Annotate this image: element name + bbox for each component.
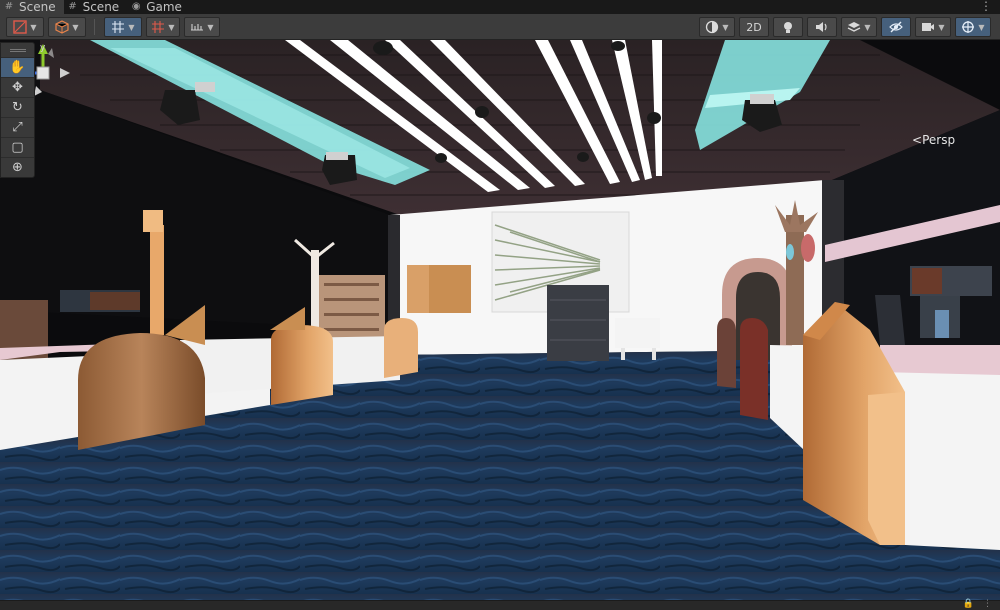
chevron-down-icon: ▼ (128, 22, 135, 32)
metal-locker (547, 285, 609, 361)
grid-snapping-button[interactable]: ▼ (146, 17, 180, 37)
headboard-left-mid (271, 325, 333, 405)
snap-toggle-button[interactable]: ▼ (104, 17, 142, 37)
mode-2d-button[interactable]: 2D (739, 17, 769, 37)
snap-grid-icon (112, 21, 125, 33)
rotate-icon: ↻ (12, 100, 23, 115)
grid-icon: # (4, 1, 14, 12)
chevron-down-icon: ▼ (978, 22, 985, 32)
headboard-right-back (717, 318, 736, 388)
light-bulb-icon (784, 22, 792, 33)
giraffe-statue (150, 225, 164, 335)
scale-icon: ⤢ (12, 120, 23, 135)
gizmo-y-label: y (40, 43, 46, 53)
move-arrows-icon: ✥ (12, 80, 23, 95)
grid-icon: # (68, 1, 77, 12)
tab-label: Game (146, 0, 182, 14)
shaded-wire-icon (13, 20, 28, 34)
increment-snap-button[interactable]: ▼ (184, 17, 220, 37)
palette-drag-handle[interactable] (1, 43, 34, 57)
gizmo-center-cube (36, 66, 50, 80)
camera-settings-button[interactable]: ▼ (915, 17, 951, 37)
tab-menu-icon[interactable]: ⋮ (980, 0, 992, 13)
tab-label: Scene (82, 0, 120, 14)
gizmo-icon (962, 21, 975, 33)
tab-scene-1[interactable]: # Scene (0, 0, 64, 14)
rect-transform-icon: ▢ (11, 140, 24, 155)
mode-2d-label: 2D (746, 20, 762, 34)
hand-icon: ✋ (9, 60, 26, 75)
toolbar-divider (94, 19, 95, 35)
x-neg-cone (60, 68, 70, 78)
ruler-icon (191, 24, 204, 31)
chevron-down-icon: ▼ (30, 22, 37, 32)
projection-arrow: < (912, 133, 923, 147)
sphere-icon (706, 20, 719, 34)
draw-mode-button[interactable]: ▼ (6, 17, 44, 37)
audio-toggle-button[interactable] (807, 17, 837, 37)
chevron-down-icon: ▼ (864, 22, 871, 32)
scale-tool[interactable]: ⤢ (1, 117, 34, 137)
cube-icon (55, 20, 70, 34)
lighting-toggle-button[interactable] (773, 17, 803, 37)
tab-label: Scene (19, 0, 56, 14)
projection-toggle[interactable]: <Persp (912, 133, 955, 147)
chevron-down-icon: ▼ (207, 22, 214, 32)
chevron-down-icon: ▼ (72, 22, 79, 32)
eye-slash-icon (889, 21, 903, 33)
transform-icon: ⊕ (12, 160, 23, 175)
chevron-down-icon: ▼ (938, 22, 945, 32)
scene-viewport[interactable]: y z <Persp (0, 40, 1000, 600)
gizmos-button[interactable]: ▼ (955, 17, 991, 37)
chevron-down-icon: ▼ (722, 22, 729, 32)
projection-label: Persp (922, 133, 956, 147)
layers-icon (848, 22, 861, 32)
move-tool[interactable]: ✥ (1, 77, 34, 97)
tab-game[interactable]: ◉ Game (127, 0, 190, 14)
speaker-icon (816, 22, 827, 32)
rotate-tool[interactable]: ↻ (1, 97, 34, 117)
chevron-down-icon: ▼ (168, 22, 175, 32)
panel-menu-icon[interactable]: ⋮ (983, 599, 992, 609)
grid-snap-icon (152, 21, 165, 33)
headboard-left-back (384, 318, 418, 378)
shading-mode-button[interactable]: ▼ (699, 17, 735, 37)
scene-visibility-button[interactable] (881, 17, 911, 37)
effects-button[interactable]: ▼ (841, 17, 877, 37)
scene-render (0, 40, 1000, 600)
headboard-right-mid (740, 318, 768, 420)
transform-tool[interactable]: ⊕ (1, 157, 34, 177)
scene-toolbar: ▼ ▼ ▼ ▼ ▼ ▼ 2D ▼ ▼ ▼ (0, 14, 1000, 40)
lock-icon[interactable]: 🔒 (963, 599, 974, 609)
hand-tool[interactable]: ✋ (1, 57, 34, 77)
render-mode-button[interactable]: ▼ (48, 17, 86, 37)
scene-tool-palette: ✋ ✥ ↻ ⤢ ▢ ⊕ (0, 42, 35, 178)
gamepad-icon: ◉ (131, 1, 141, 12)
camera-icon (922, 23, 935, 31)
editor-tab-bar: # Scene # Scene ◉ Game ⋮ (0, 0, 1000, 14)
rect-tool[interactable]: ▢ (1, 137, 34, 157)
decorative-tree (786, 215, 804, 345)
bottom-panel-edge: 🔒 ⋮ (0, 599, 1000, 610)
tab-scene-2[interactable]: # Scene (64, 0, 128, 14)
